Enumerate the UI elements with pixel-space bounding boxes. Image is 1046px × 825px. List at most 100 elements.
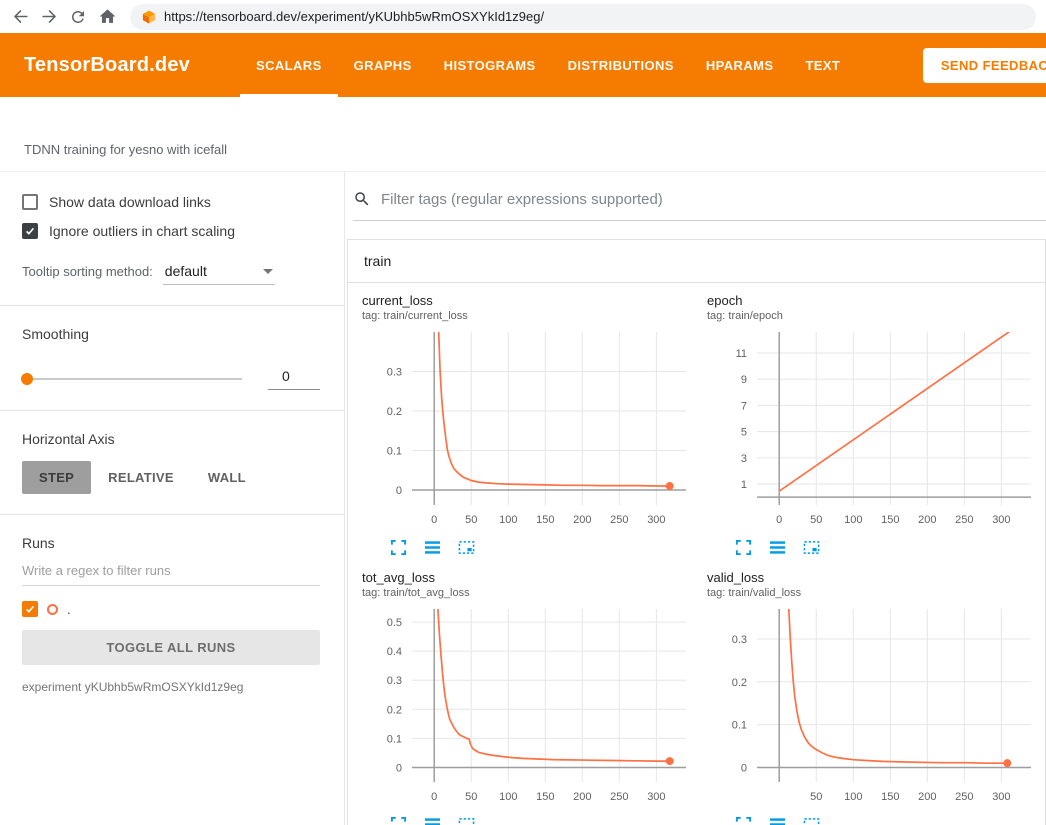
chart-toolbar bbox=[390, 816, 707, 825]
svg-text:9: 9 bbox=[741, 374, 747, 386]
smoothing-slider[interactable] bbox=[22, 378, 242, 380]
chart-title: tot_avg_loss bbox=[362, 570, 707, 585]
url-text[interactable]: https://tensorboard.dev/experiment/yKUbh… bbox=[164, 9, 544, 24]
show-download-links-checkbox[interactable] bbox=[22, 194, 38, 210]
data-series-icon[interactable] bbox=[769, 539, 786, 556]
svg-text:0: 0 bbox=[396, 485, 402, 497]
site-icon bbox=[142, 10, 156, 24]
main-panel: train current_loss tag: train/current_lo… bbox=[345, 172, 1046, 825]
svg-text:50: 50 bbox=[810, 514, 822, 526]
fit-domain-icon[interactable] bbox=[458, 816, 475, 825]
chart-canvas[interactable]: 05010015020025030000.10.20.3 bbox=[362, 326, 707, 536]
expand-chart-icon[interactable] bbox=[735, 816, 752, 825]
svg-text:11: 11 bbox=[736, 348, 747, 360]
chart-canvas[interactable]: 05010015020025030000.10.20.30.40.5 bbox=[362, 603, 707, 813]
expand-chart-icon[interactable] bbox=[735, 539, 752, 556]
settings-sidebar: Show data download links Ignore outliers… bbox=[0, 172, 345, 825]
filter-tags-row bbox=[353, 184, 1046, 221]
data-series-icon[interactable] bbox=[424, 816, 441, 825]
svg-text:0.5: 0.5 bbox=[387, 617, 402, 629]
divider bbox=[0, 514, 344, 515]
chart-block-valid-loss: valid_loss tag: train/valid_loss 5010015… bbox=[707, 570, 1046, 825]
svg-text:100: 100 bbox=[844, 791, 862, 803]
tab-distributions[interactable]: DISTRIBUTIONS bbox=[552, 33, 690, 97]
slider-thumb[interactable] bbox=[21, 373, 33, 385]
expand-chart-icon[interactable] bbox=[390, 816, 407, 825]
home-icon[interactable] bbox=[97, 7, 117, 27]
chart-title: valid_loss bbox=[707, 570, 1046, 585]
svg-text:300: 300 bbox=[992, 514, 1010, 526]
show-download-links-row[interactable]: Show data download links bbox=[22, 194, 320, 210]
runs-filter-input[interactable] bbox=[22, 557, 320, 586]
chart-canvas[interactable]: 5010015020025030000.10.20.3 bbox=[707, 603, 1046, 813]
svg-text:200: 200 bbox=[918, 791, 936, 803]
svg-text:0.2: 0.2 bbox=[387, 406, 402, 418]
back-icon[interactable] bbox=[10, 7, 30, 27]
run-checkbox[interactable] bbox=[22, 601, 38, 617]
address-bar[interactable]: https://tensorboard.dev/experiment/yKUbh… bbox=[130, 4, 1036, 30]
data-series-icon[interactable] bbox=[424, 539, 441, 556]
experiment-title: TDNN training for yesno with icefall bbox=[0, 97, 1046, 171]
svg-text:50: 50 bbox=[465, 514, 477, 526]
axis-wall-button[interactable]: WALL bbox=[191, 461, 263, 494]
tab-histograms[interactable]: HISTOGRAMS bbox=[428, 33, 552, 97]
forward-icon[interactable] bbox=[39, 7, 59, 27]
chart-title: current_loss bbox=[362, 293, 707, 308]
ignore-outliers-row[interactable]: Ignore outliers in chart scaling bbox=[22, 223, 320, 239]
svg-text:150: 150 bbox=[536, 791, 554, 803]
svg-text:0: 0 bbox=[741, 762, 747, 774]
tab-scalars[interactable]: SCALARS bbox=[240, 33, 338, 97]
tab-bar: SCALARS GRAPHS HISTOGRAMS DISTRIBUTIONS … bbox=[240, 33, 856, 97]
expand-chart-icon[interactable] bbox=[390, 539, 407, 556]
chevron-down-icon bbox=[263, 269, 273, 274]
train-group-header[interactable]: train bbox=[348, 240, 1045, 283]
tab-graphs[interactable]: GRAPHS bbox=[338, 33, 428, 97]
search-icon bbox=[353, 190, 371, 208]
svg-text:50: 50 bbox=[465, 791, 477, 803]
chart-tag: tag: train/current_loss bbox=[362, 310, 707, 322]
fit-domain-icon[interactable] bbox=[458, 539, 475, 556]
svg-text:0.1: 0.1 bbox=[387, 445, 402, 457]
toggle-all-runs-button[interactable]: TOGGLE ALL RUNS bbox=[22, 630, 320, 665]
filter-tags-input[interactable] bbox=[381, 191, 1046, 208]
smoothing-value[interactable]: 0 bbox=[268, 368, 320, 390]
tooltip-sorting-row: Tooltip sorting method: default bbox=[22, 263, 320, 285]
tooltip-sorting-value: default bbox=[165, 263, 207, 279]
svg-text:0: 0 bbox=[431, 791, 437, 803]
axis-relative-button[interactable]: RELATIVE bbox=[91, 461, 191, 494]
content: Show data download links Ignore outliers… bbox=[0, 171, 1046, 825]
fit-domain-icon[interactable] bbox=[803, 539, 820, 556]
chart-canvas[interactable]: 0501001502002503001357911 bbox=[707, 326, 1046, 536]
fit-domain-icon[interactable] bbox=[803, 816, 820, 825]
app-logo: TensorBoard.dev bbox=[24, 54, 190, 77]
run-row[interactable]: . bbox=[22, 601, 320, 617]
tab-hparams[interactable]: HPARAMS bbox=[690, 33, 790, 97]
svg-text:0.3: 0.3 bbox=[387, 675, 402, 687]
svg-text:50: 50 bbox=[810, 791, 822, 803]
svg-text:5: 5 bbox=[741, 427, 747, 439]
svg-text:0.2: 0.2 bbox=[732, 677, 747, 689]
horizontal-axis-label: Horizontal Axis bbox=[22, 431, 320, 447]
chart-toolbar bbox=[735, 539, 1046, 556]
runs-label: Runs bbox=[22, 535, 320, 551]
data-series-icon[interactable] bbox=[769, 816, 786, 825]
svg-text:0: 0 bbox=[431, 514, 437, 526]
chart-toolbar bbox=[735, 816, 1046, 825]
svg-text:3: 3 bbox=[741, 453, 747, 465]
chart-tag: tag: train/valid_loss bbox=[707, 587, 1046, 599]
axis-step-button[interactable]: STEP bbox=[22, 461, 91, 494]
svg-text:1: 1 bbox=[741, 479, 747, 491]
svg-text:0.1: 0.1 bbox=[732, 720, 747, 732]
tab-text[interactable]: TEXT bbox=[789, 33, 856, 97]
train-group-card: train current_loss tag: train/current_lo… bbox=[347, 239, 1046, 825]
svg-text:100: 100 bbox=[499, 514, 517, 526]
chart-block-current-loss: current_loss tag: train/current_loss 0 50… bbox=[362, 293, 707, 560]
chart-tag: tag: train/epoch bbox=[707, 310, 1046, 322]
reload-icon[interactable] bbox=[68, 7, 88, 27]
ignore-outliers-checkbox[interactable] bbox=[22, 223, 38, 239]
svg-text:7: 7 bbox=[741, 400, 747, 412]
divider bbox=[0, 305, 344, 306]
tooltip-sorting-dropdown[interactable]: default bbox=[163, 263, 275, 285]
chart-toolbar bbox=[390, 539, 707, 556]
send-feedback-button[interactable]: SEND FEEDBACK bbox=[923, 48, 1046, 83]
